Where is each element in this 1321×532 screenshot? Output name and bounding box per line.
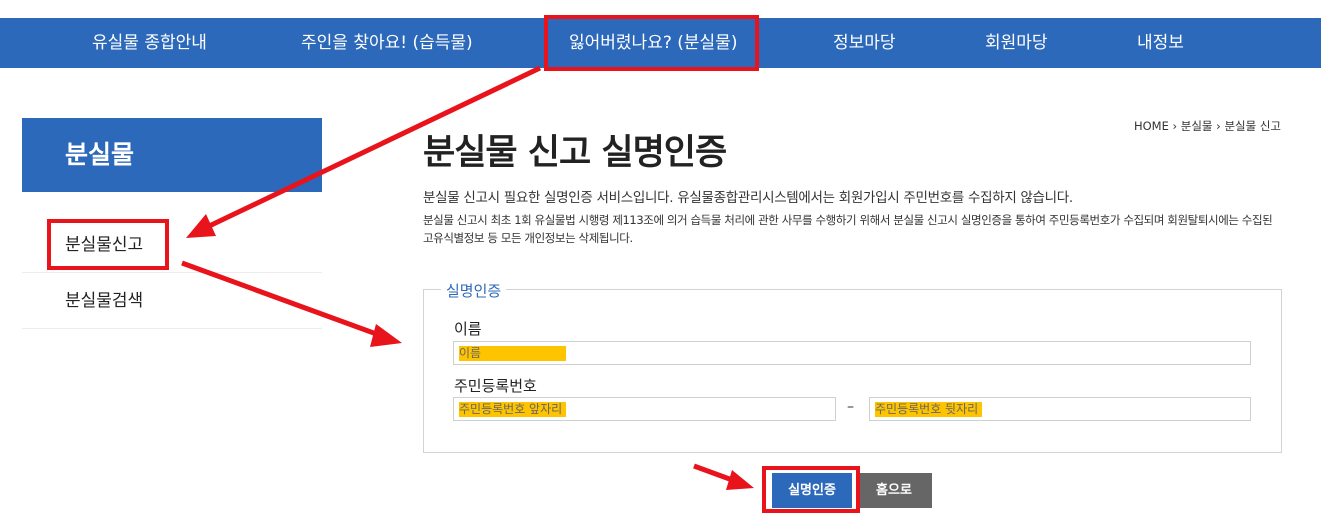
rrn-front-placeholder: 주민등록번호 앞자리 bbox=[459, 402, 567, 417]
arrow-to-verify bbox=[693, 463, 754, 490]
rrn-front-input[interactable]: 주민등록번호 앞자리 bbox=[453, 397, 836, 421]
name-input[interactable]: 이름 bbox=[453, 341, 1251, 365]
home-button[interactable]: 홈으로 bbox=[856, 473, 932, 508]
sidebar-item-search-lost[interactable]: 분실물검색 bbox=[22, 274, 322, 329]
nav-item-members[interactable]: 회원마당 bbox=[985, 18, 1048, 68]
nav-item-info[interactable]: 정보마당 bbox=[833, 18, 896, 68]
nav-item-my-info[interactable]: 내정보 bbox=[1137, 18, 1184, 68]
highlight-box-sidebar bbox=[47, 219, 169, 270]
breadcrumb-separator: › bbox=[1216, 119, 1221, 133]
highlight-box-nav bbox=[544, 15, 759, 71]
breadcrumb-level1[interactable]: 분실물 bbox=[1181, 119, 1213, 133]
name-placeholder: 이름 bbox=[459, 346, 566, 361]
rrn-label: 주민등록번호 bbox=[454, 377, 537, 395]
nav-item-lost-property-guide[interactable]: 유실물 종합안내 bbox=[92, 18, 207, 68]
breadcrumb-home[interactable]: HOME bbox=[1134, 119, 1169, 133]
page-description: 분실물 신고시 필요한 실명인증 서비스입니다. 유실물종합관리시스템에서는 회… bbox=[423, 190, 1073, 206]
verification-legend: 실명인증 bbox=[441, 280, 507, 301]
breadcrumb-level2[interactable]: 분실물 신고 bbox=[1224, 119, 1281, 133]
breadcrumb-separator: › bbox=[1172, 119, 1178, 133]
name-label: 이름 bbox=[454, 320, 482, 338]
rrn-back-input[interactable]: 주민등록번호 뒷자리 bbox=[869, 397, 1251, 421]
page-title: 분실물 신고 실명인증 bbox=[423, 133, 727, 173]
breadcrumb: HOME › 분실물 › 분실물 신고 bbox=[1134, 118, 1281, 134]
highlight-box-verify bbox=[762, 466, 860, 513]
rrn-dash: – bbox=[847, 399, 854, 415]
verification-fieldset bbox=[423, 289, 1282, 453]
sidebar-title: 분실물 bbox=[22, 118, 322, 192]
rrn-back-placeholder: 주민등록번호 뒷자리 bbox=[875, 402, 983, 417]
page-description-detail: 분실물 신고시 최초 1회 유실물법 시행령 제113조에 의거 습득물 처리에… bbox=[423, 213, 1273, 245]
nav-item-found-items[interactable]: 주인을 찾아요! (습득물) bbox=[301, 18, 473, 68]
